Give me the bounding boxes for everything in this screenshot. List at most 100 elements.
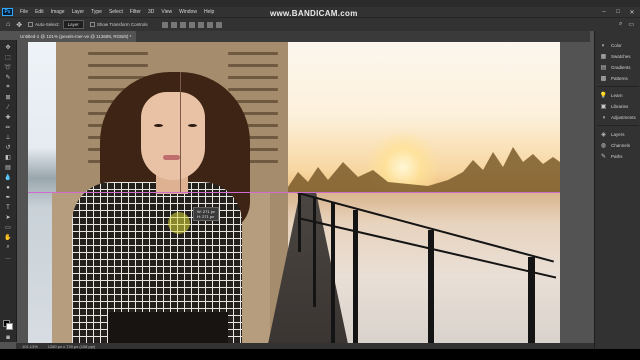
menu-type[interactable]: Type	[91, 9, 102, 15]
pen-tool-icon[interactable]: ✒	[4, 194, 12, 201]
marquee-tool-icon[interactable]: ⬚	[4, 54, 12, 61]
maximize-icon[interactable]: □	[612, 7, 624, 17]
menu-view[interactable]: View	[161, 9, 172, 15]
swatches-icon: ▦	[600, 54, 607, 60]
close-icon[interactable]: ✕	[626, 7, 638, 17]
crop-tool-icon[interactable]: ⌗	[4, 84, 12, 91]
blur-tool-icon[interactable]: 💧	[4, 174, 12, 181]
more-options-icon[interactable]	[215, 21, 222, 28]
eyedropper-tool-icon[interactable]: ⁄	[4, 104, 12, 111]
railing-post	[313, 197, 316, 307]
panel-divider	[597, 86, 639, 87]
frame-tool-icon[interactable]: ⊠	[4, 94, 12, 101]
panel-libraries[interactable]: ▣ Libraries	[600, 102, 629, 111]
panel-gradients[interactable]: ▤ Gradients	[601, 63, 631, 72]
panel-swatches[interactable]: ▦ Swatches	[601, 52, 631, 61]
selection-circle[interactable]	[168, 212, 190, 234]
dodge-tool-icon[interactable]: ●	[4, 184, 12, 191]
document-canvas[interactable]: W: 271 px H: 271 px	[28, 42, 560, 344]
workspace-icon[interactable]: ▭	[628, 21, 634, 28]
auto-select-option[interactable]: Auto-Select: Layer	[28, 20, 84, 29]
shape-tool-icon[interactable]: ▭	[4, 224, 12, 231]
type-tool-icon[interactable]: T	[4, 204, 12, 211]
align-center-icon[interactable]	[170, 21, 177, 28]
menu-window[interactable]: Window	[179, 9, 197, 15]
background-color-swatch[interactable]	[6, 323, 13, 330]
shutter-slat	[228, 76, 278, 79]
align-middle-icon[interactable]	[197, 21, 204, 28]
lasso-tool-icon[interactable]: ➰	[4, 64, 12, 71]
title-strip	[0, 0, 640, 7]
move-tool-icon[interactable]: ✥	[4, 44, 12, 51]
menu-image[interactable]: Image	[51, 9, 65, 15]
menu-edit[interactable]: Edit	[35, 9, 44, 15]
align-top-icon[interactable]	[188, 21, 195, 28]
show-transform-option[interactable]: Show Transform Controls	[89, 22, 148, 27]
menu-help[interactable]: Help	[204, 9, 214, 15]
railing-post	[298, 192, 301, 252]
auto-select-dropdown[interactable]: Layer	[62, 20, 84, 29]
auto-select-label: Auto-Select:	[35, 22, 60, 27]
zoom-level[interactable]: 101.13%	[22, 344, 38, 349]
video-letterbox	[0, 349, 640, 360]
panel-patterns[interactable]: ▩ Patterns	[601, 74, 628, 83]
move-tool-icon[interactable]: ✥	[16, 21, 22, 29]
document-tab-title: Untitled-1 @ 101% (pexels-mer-ve @ 11368…	[20, 34, 132, 39]
brush-tool-icon[interactable]: ✏	[4, 124, 12, 131]
panel-label: Paths	[611, 154, 623, 159]
layers-icon: ◈	[601, 132, 606, 138]
path-select-tool-icon[interactable]: ➤	[4, 214, 12, 221]
panel-color[interactable]: ◐ Color	[601, 41, 622, 50]
align-bottom-icon[interactable]	[206, 21, 213, 28]
menu-select[interactable]: Select	[109, 9, 123, 15]
panel-paths[interactable]: ✎ Paths	[601, 152, 623, 161]
panel-adjustments[interactable]: ◑ Adjustments	[601, 113, 636, 122]
quick-mask-icon[interactable]: ◙	[4, 334, 12, 341]
menu-3d[interactable]: 3D	[148, 9, 154, 15]
menu-filter[interactable]: Filter	[130, 9, 141, 15]
dark-pants	[108, 312, 228, 344]
stamp-tool-icon[interactable]: ⊥	[4, 134, 12, 141]
horizontal-guide[interactable]	[28, 192, 560, 193]
panel-label: Channels	[611, 143, 631, 148]
panel-learn[interactable]: 💡 Learn	[599, 91, 623, 100]
panel-label: Layers	[611, 132, 625, 137]
hand-tool-icon[interactable]: ✋	[4, 234, 12, 241]
panel-layers[interactable]: ◈ Layers	[601, 130, 625, 139]
align-left-icon[interactable]	[161, 21, 168, 28]
woman-face	[141, 92, 205, 180]
patterns-icon: ▩	[600, 76, 607, 82]
shutter-slat	[228, 88, 278, 91]
railing-post	[331, 202, 335, 344]
healing-tool-icon[interactable]: ✚	[4, 114, 12, 121]
document-info: 1280 px x 720 px (108 ppi)	[47, 343, 96, 349]
learn-icon: 💡	[599, 93, 608, 99]
auto-select-checkbox[interactable]	[28, 22, 34, 27]
show-transform-checkbox[interactable]	[89, 22, 95, 27]
minimize-icon[interactable]: –	[598, 7, 610, 17]
paths-icon: ✎	[600, 154, 607, 160]
zoom-tool-icon[interactable]: ⌕	[4, 244, 12, 251]
shutter-slat	[228, 64, 278, 67]
more-tools-icon[interactable]: …	[4, 254, 12, 261]
layer-seam-line	[180, 72, 181, 192]
menu-file[interactable]: File	[20, 9, 28, 15]
menu-layer[interactable]: Layer	[72, 9, 85, 15]
panel-label: Swatches	[611, 54, 631, 59]
align-right-icon[interactable]	[179, 21, 186, 28]
panel-label: Color	[611, 43, 622, 48]
app-logo: Ps	[2, 8, 13, 16]
options-bar: ⌂ ✥ Auto-Select: Layer Show Transform Co…	[0, 17, 640, 31]
home-icon[interactable]: ⌂	[6, 21, 10, 28]
gradient-tool-icon[interactable]: ▤	[4, 164, 12, 171]
eraser-tool-icon[interactable]: ◧	[4, 154, 12, 161]
panel-label: Learn	[611, 93, 623, 98]
shutter-slat	[88, 52, 148, 55]
panel-channels[interactable]: ◍ Channels	[601, 141, 630, 150]
tools-panel: ✥ ⬚ ➰ ✎ ⌗ ⊠ ⁄ ✚ ✏ ⊥ ↺ ◧ ▤ 💧 ● ✒ T ➤ ▭ ✋ …	[0, 40, 17, 342]
libraries-icon: ▣	[600, 104, 607, 110]
document-tab[interactable]: Untitled-1 @ 101% (pexels-mer-ve @ 11368…	[16, 31, 136, 42]
search-icon[interactable]: ⌕	[619, 21, 622, 28]
history-brush-tool-icon[interactable]: ↺	[4, 144, 12, 151]
quick-select-tool-icon[interactable]: ✎	[4, 74, 12, 81]
